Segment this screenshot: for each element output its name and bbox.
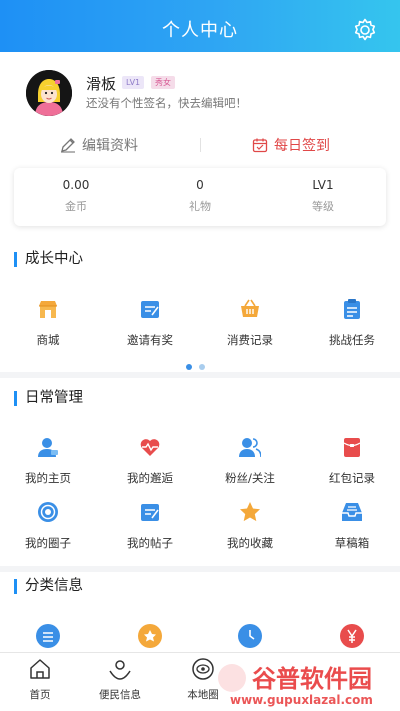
profile-card: 滑板 LV1 秀女 还没有个性签名，快去编辑吧！ 编辑资料 每日签到 0.00 … — [0, 52, 400, 252]
pencil-icon — [61, 138, 75, 153]
star-icon — [240, 502, 260, 522]
grid-item-label: 邀请有奖 — [127, 333, 173, 347]
red-packet-icon — [343, 438, 361, 457]
stat-value: 0.00 — [62, 178, 90, 192]
grid-item-my-posts[interactable]: 我的帖子 — [100, 501, 200, 551]
grid-item-label: 粉丝/关注 — [225, 471, 275, 485]
tab-home[interactable]: 首页 — [0, 657, 85, 702]
stat-label: 礼物 — [189, 200, 211, 213]
tab-services[interactable]: 便民信息 — [75, 657, 165, 702]
heart-pulse-icon — [140, 439, 160, 456]
daily-checkin-button[interactable]: 每日签到 — [252, 135, 330, 155]
grid-item-label: 我的圈子 — [25, 536, 71, 550]
grid-item-spending[interactable]: 消费记录 — [200, 298, 300, 348]
avatar[interactable] — [26, 70, 72, 116]
watermark-logo: 谷普软件园 www.gupuxlazal.com — [218, 664, 373, 707]
stat-gifts[interactable]: 0 礼物 — [150, 178, 250, 214]
tab-label: 便民信息 — [99, 689, 141, 701]
top-bar: 个人中心 — [0, 0, 400, 52]
daily-checkin-label: 每日签到 — [274, 138, 330, 154]
section-title: 成长中心 — [14, 252, 83, 267]
username: 滑板 — [86, 75, 117, 93]
grid-item-invite[interactable]: 邀请有奖 — [100, 298, 200, 348]
section-title: 日常管理 — [14, 391, 83, 406]
page-indicator — [186, 355, 212, 374]
list-icon[interactable] — [36, 624, 60, 648]
calendar-icon — [252, 138, 268, 153]
grid-item-label: 挑战任务 — [329, 333, 375, 347]
grid-item-red-packet[interactable]: 红包记录 — [302, 436, 400, 486]
edit-profile-label: 编辑资料 — [82, 138, 138, 154]
grid-item-homepage[interactable]: 我的主页 — [0, 436, 98, 486]
grid-item-label: 消费记录 — [227, 333, 273, 347]
watermark-url: www.gupuxlazal.com — [230, 693, 373, 707]
category-section: 分类信息 — [0, 572, 400, 652]
post-edit-icon — [141, 504, 159, 521]
hands-icon — [109, 660, 131, 680]
grid-item-drafts[interactable]: 草稿箱 — [302, 501, 400, 551]
clipboard-icon — [344, 299, 360, 319]
grid-item-favorites[interactable]: 我的收藏 — [200, 501, 300, 551]
stat-label: 金币 — [65, 200, 87, 213]
grid-item-label: 红包记录 — [329, 471, 375, 485]
yuan-icon[interactable] — [340, 624, 364, 648]
inbox-tray-icon — [342, 503, 362, 521]
grid-item-challenge[interactable]: 挑战任务 — [302, 298, 400, 348]
watermark-brand: 谷普软件园 — [252, 665, 372, 693]
stat-label: 等级 — [312, 200, 334, 213]
growth-center-section: 成长中心 商城 邀请有奖 消费记录 挑战任务 — [0, 239, 400, 372]
page-title: 个人中心 — [162, 20, 238, 41]
grid-item-shop[interactable]: 商城 — [0, 298, 98, 348]
level-badge: LV1 — [122, 76, 145, 89]
section-title: 分类信息 — [14, 579, 83, 594]
users-icon — [239, 438, 262, 458]
profile-actions: 编辑资料 每日签到 — [0, 130, 400, 160]
shop-icon — [39, 301, 57, 318]
edit-note-icon — [141, 301, 159, 318]
tab-label: 首页 — [29, 689, 51, 701]
daily-management-section: 日常管理 我的主页 我的邂逅 粉丝/关注 红包记录 我的圈子 我的帖子 我的收藏… — [0, 378, 400, 566]
stat-level[interactable]: LV1 等级 — [273, 178, 373, 214]
signature-text[interactable]: 还没有个性签名，快去编辑吧！ — [86, 95, 247, 111]
grid-item-label: 草稿箱 — [334, 536, 370, 550]
gender-badge: 秀女 — [151, 76, 175, 89]
grid-item-my-circle[interactable]: 我的圈子 — [0, 501, 98, 551]
edit-profile-button[interactable]: 编辑资料 — [60, 135, 138, 155]
stat-value: 0 — [196, 178, 204, 192]
user-card-icon — [38, 438, 58, 457]
grid-item-label: 我的主页 — [25, 471, 71, 485]
grid-item-label: 我的帖子 — [127, 536, 173, 550]
clock-icon[interactable] — [238, 624, 262, 648]
stat-value: LV1 — [312, 178, 334, 192]
grid-item-label: 商城 — [36, 333, 60, 347]
basket-icon — [241, 299, 259, 317]
divider — [200, 138, 201, 152]
page-dot[interactable] — [199, 364, 205, 370]
home-icon — [30, 659, 50, 679]
grid-item-label: 我的邂逅 — [127, 471, 173, 485]
grid-item-label: 我的收藏 — [227, 536, 273, 550]
gear-icon[interactable] — [352, 17, 378, 43]
target-icon — [38, 502, 58, 522]
star-badge-icon[interactable] — [138, 624, 162, 648]
grid-item-encounter[interactable]: 我的邂逅 — [100, 436, 200, 486]
grid-item-fans[interactable]: 粉丝/关注 — [200, 436, 300, 486]
stat-coins[interactable]: 0.00 金币 — [26, 178, 126, 214]
stats-card: 0.00 金币 0 礼物 LV1 等级 — [14, 168, 386, 226]
page-dot-active[interactable] — [186, 364, 192, 370]
